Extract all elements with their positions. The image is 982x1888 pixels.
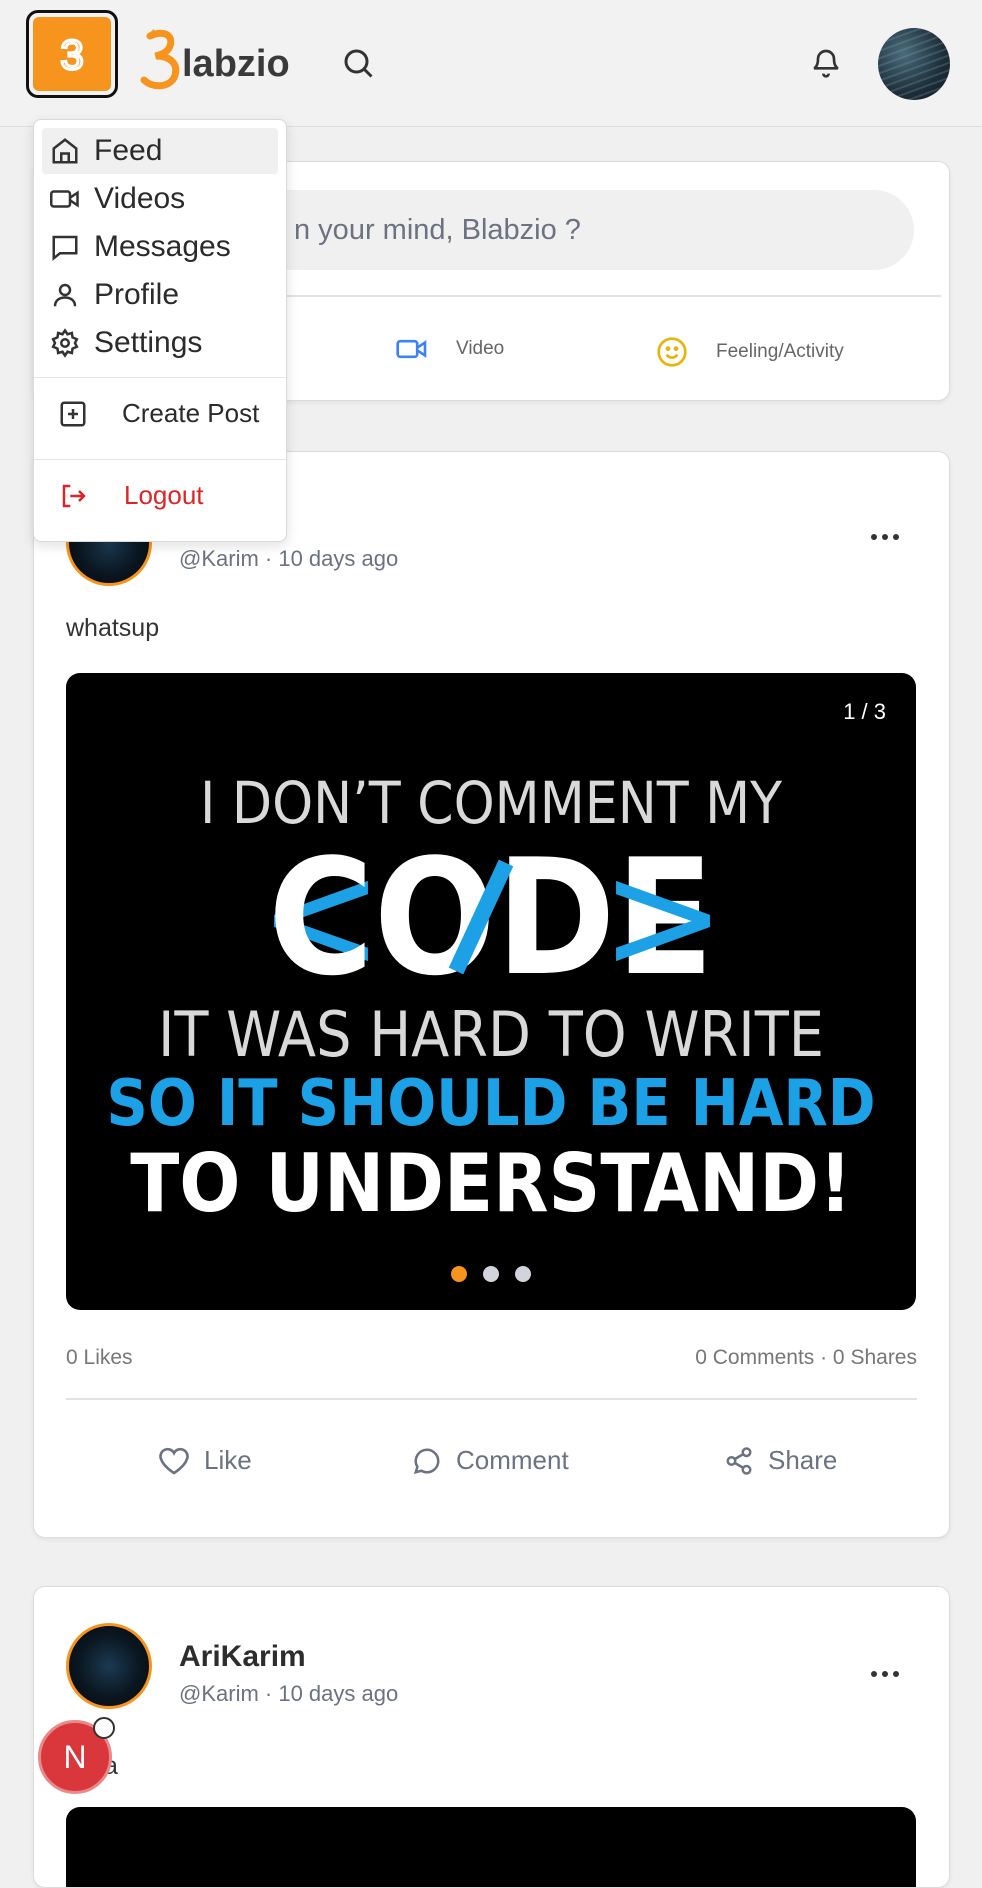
dropdown-divider (34, 459, 286, 460)
image-counter: 1 / 3 (843, 699, 886, 724)
dropdown-item-messages[interactable]: Messages (42, 224, 278, 270)
composer-video-label: Video (456, 338, 505, 359)
video-icon (48, 186, 82, 212)
meme-image: I DON’T COMMENT MY < CODE > IT WAS HARD … (106, 769, 875, 1230)
share-icon (724, 1446, 754, 1476)
feed-post: AriKarim @Karim · 10 days ago a (33, 1586, 950, 1888)
post-author-avatar[interactable] (66, 1623, 152, 1709)
user-icon (48, 280, 82, 310)
comments-shares-count[interactable]: 0 Comments · 0 Shares (695, 1346, 917, 1370)
carousel-dot[interactable] (451, 1266, 467, 1282)
logout-label: Logout (124, 480, 204, 510)
dropdown-item-label: Messages (94, 230, 231, 263)
composer-feeling-label: Feeling/Activity (716, 341, 844, 362)
post-more-icon[interactable] (871, 1671, 899, 1677)
logout-button[interactable]: Logout (58, 480, 204, 511)
dropdown-item-label: Feed (94, 134, 163, 167)
post-image[interactable] (66, 1807, 916, 1887)
home-icon (48, 136, 82, 166)
video-icon (396, 336, 428, 362)
logout-icon (58, 481, 90, 511)
likes-count[interactable]: 0 Likes (66, 1346, 133, 1370)
carousel-dots (451, 1266, 531, 1282)
floating-badge-letter: N (63, 1738, 87, 1775)
meme-line-4: SO IT SHOULD BE HARD (106, 1067, 875, 1141)
brand-logo[interactable]: labzio (140, 22, 290, 92)
carousel-dot[interactable] (483, 1266, 499, 1282)
composer-feeling-button[interactable]: Feeling/Activity (656, 336, 844, 368)
dropdown-item-label: Settings (94, 326, 203, 359)
dropdown-item-label: Profile (94, 278, 180, 311)
post-meta: @Karim · 10 days ago (179, 1681, 399, 1706)
share-button[interactable]: Share (724, 1445, 837, 1476)
brand-logo-mark (140, 29, 180, 90)
create-post-button[interactable]: Create Post (58, 398, 259, 429)
search-icon[interactable] (340, 45, 376, 86)
dropdown-item-videos[interactable]: Videos (42, 176, 278, 222)
plus-square-icon (58, 399, 88, 429)
floating-notification-badge[interactable]: N (38, 1717, 115, 1794)
post-text: whatsup (66, 614, 160, 642)
post-author-name[interactable]: AriKarim (179, 1640, 306, 1674)
carousel-dot[interactable] (515, 1266, 531, 1282)
floating-badge-dot (93, 1717, 115, 1739)
meme-code-right: > (600, 830, 726, 1004)
user-avatar[interactable] (878, 28, 950, 100)
dropdown-item-profile[interactable]: Profile (42, 272, 278, 318)
nav-dropdown-menu: Feed Videos Messages Profile Settings Cr… (33, 119, 287, 542)
brand-logo-text: labzio (182, 43, 290, 85)
post-more-icon[interactable] (871, 534, 899, 540)
smile-icon (656, 336, 688, 368)
dropdown-item-label: Videos (94, 182, 186, 215)
dropdown-divider (34, 377, 286, 378)
comment-icon (412, 1446, 442, 1476)
dropdown-item-feed[interactable]: Feed (42, 128, 278, 174)
top-header: 3 labzio (0, 0, 982, 127)
menu-toggle-logo: 3 (33, 17, 111, 91)
post-divider (66, 1398, 917, 1400)
message-icon (48, 232, 82, 262)
meme-line-3: IT WAS HARD TO WRITE (158, 998, 824, 1071)
like-button[interactable]: Like (158, 1445, 252, 1476)
meme-line-5: TO UNDERSTAND! (130, 1137, 852, 1230)
dropdown-item-settings[interactable]: Settings (42, 320, 278, 366)
menu-glyph: 3 (60, 31, 83, 78)
comment-button[interactable]: Comment (412, 1445, 569, 1476)
composer-input[interactable]: n your mind, Blabzio ? (234, 190, 914, 270)
notification-bell-icon[interactable] (810, 45, 842, 86)
post-meta: @Karim · 10 days ago (179, 546, 399, 571)
post-image-carousel[interactable]: I DON’T COMMENT MY < CODE > IT WAS HARD … (66, 673, 916, 1310)
heart-icon (158, 1446, 190, 1476)
composer-video-button[interactable]: Video (396, 336, 504, 362)
share-label: Share (768, 1445, 838, 1475)
gear-icon (48, 328, 82, 358)
feed-post: n @Karim · 10 days ago whatsup I DON’T C… (33, 451, 950, 1538)
menu-toggle-button[interactable]: 3 (26, 10, 118, 98)
like-label: Like (204, 1445, 252, 1475)
create-post-label: Create Post (122, 398, 260, 428)
comment-label: Comment (456, 1445, 569, 1475)
